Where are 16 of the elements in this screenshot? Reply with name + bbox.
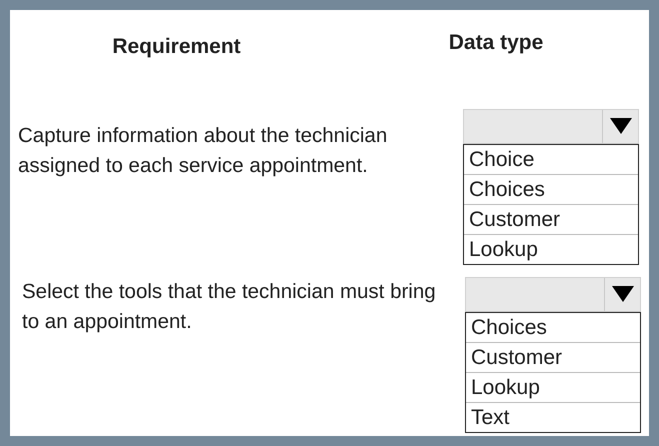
dropdown-option[interactable]: Choices [464, 174, 638, 204]
dropdown-option[interactable]: Text [466, 402, 640, 432]
dropdown-option[interactable]: Customer [466, 342, 640, 372]
caret-down-icon [610, 285, 634, 303]
dropdown[interactable] [463, 108, 639, 144]
requirement-text: Select the tools that the technician must bring to an appointment. [22, 278, 437, 334]
dropdown-option[interactable]: Lookup [466, 372, 640, 402]
dropdown-option[interactable]: Choices [466, 312, 640, 342]
requirement-header: Requirement [112, 35, 241, 58]
dropdown-option[interactable]: Customer [464, 204, 638, 234]
data-type-header: Data type [448, 31, 544, 54]
dropdown-option[interactable]: Lookup [464, 234, 638, 264]
requirement-text: Capture information about the technician assigned to each service appointment. [18, 122, 388, 178]
dropdown-option[interactable]: Choice [464, 144, 638, 174]
dropdown[interactable] [465, 276, 641, 312]
caret-down-icon [608, 117, 632, 135]
